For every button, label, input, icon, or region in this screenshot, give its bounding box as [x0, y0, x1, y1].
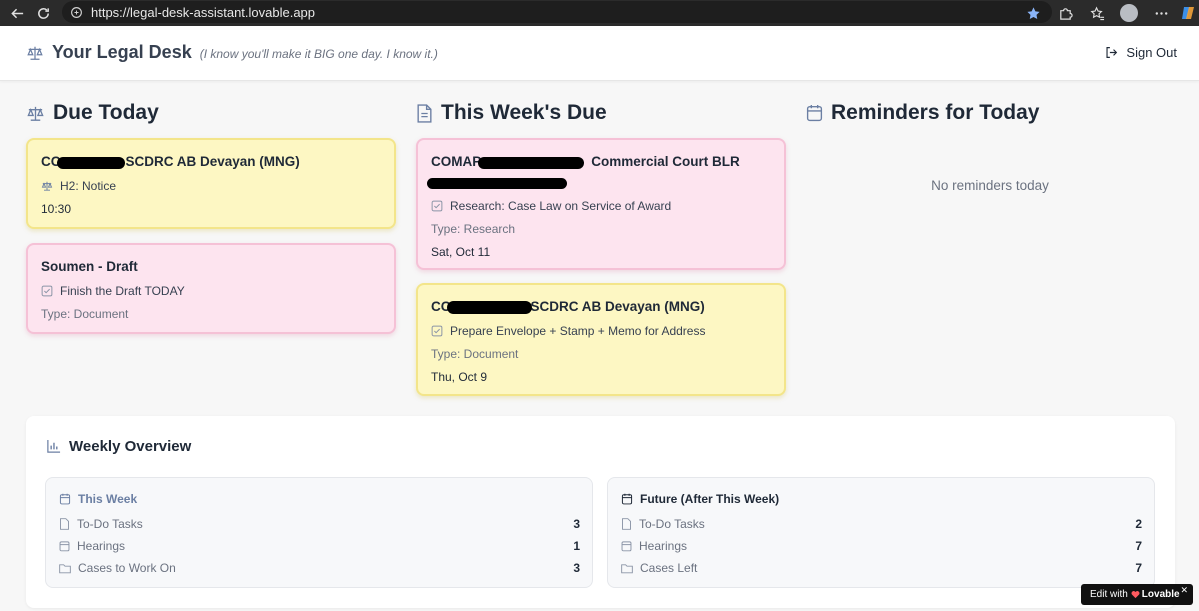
reminders-empty-state: No reminders today — [931, 178, 1049, 193]
card-detail: Prepare Envelope + Stamp + Memo for Addr… — [431, 324, 771, 338]
card-detail: Finish the Draft TODAY — [41, 284, 381, 298]
card-type: Type: Research — [431, 222, 516, 236]
app-tagline: (I know you'll make it BIG one day. I kn… — [199, 46, 438, 61]
folder-icon — [59, 563, 71, 573]
scale-icon — [27, 106, 44, 121]
document-icon — [60, 518, 69, 530]
copilot-icon — [1182, 7, 1194, 19]
more-menu-button[interactable] — [1145, 0, 1177, 26]
app-header: Your Legal Desk (I know you'll make it B… — [0, 26, 1199, 81]
weekly-overview: Weekly Overview This Week To-Do Tasks 3 … — [26, 416, 1175, 608]
checkbox-icon — [431, 325, 443, 337]
folder-icon — [621, 563, 633, 573]
reload-icon — [37, 7, 49, 19]
redaction-mark — [447, 301, 532, 314]
due-today-card-2[interactable]: Soumen - Draft Finish the Draft TODAY Ty… — [26, 243, 396, 334]
favorites-icon — [1089, 6, 1104, 20]
reload-button[interactable] — [30, 0, 56, 26]
address-bar[interactable]: https://legal-desk-assistant.lovable.app — [62, 1, 1052, 23]
this-week-card-2[interactable]: CC SCDRC AB Devayan (MNG) Prepare Envelop… — [416, 283, 786, 396]
card-title: Soumen - Draft — [41, 259, 138, 274]
edit-with-lovable-badge[interactable]: Edit with Lovable ✕ — [1081, 584, 1193, 605]
logout-icon — [1106, 47, 1118, 58]
document-icon — [417, 103, 432, 123]
card-date: Sat, Oct 11 — [431, 245, 491, 259]
browser-toolbar: https://legal-desk-assistant.lovable.app — [0, 0, 1199, 26]
future-summary: Future (After This Week) To-Do Tasks 2 H… — [607, 477, 1155, 588]
reminders-title: Reminders for Today — [831, 101, 1040, 124]
calendar-icon — [59, 493, 71, 505]
calendar-icon — [621, 493, 633, 505]
card-detail: H2: Notice — [41, 179, 381, 193]
checkbox-icon — [431, 200, 443, 212]
arrow-left-icon — [10, 8, 23, 18]
reminders-heading: Reminders for Today — [806, 101, 1039, 125]
due-today-title: Due Today — [53, 101, 159, 124]
card-time: 10:30 — [41, 202, 72, 216]
more-dots-icon — [1155, 11, 1167, 15]
summary-row-todo: To-Do Tasks 2 — [621, 517, 1142, 531]
redaction-mark — [478, 157, 584, 169]
site-info-icon[interactable] — [70, 6, 83, 19]
avatar — [1120, 4, 1138, 22]
card-type: Type: Document — [431, 347, 519, 361]
document-icon — [622, 518, 631, 530]
puzzle-icon — [1059, 7, 1073, 20]
card-date: Thu, Oct 9 — [431, 370, 488, 384]
scale-icon — [41, 181, 53, 191]
future-summary-title: Future (After This Week) — [621, 492, 779, 506]
sign-out-label: Sign Out — [1126, 45, 1177, 60]
star-icon — [1026, 6, 1040, 19]
redaction-mark — [427, 178, 567, 189]
checkbox-icon — [41, 285, 53, 297]
heart-icon — [1131, 591, 1140, 599]
bar-chart-icon — [47, 439, 61, 453]
url-text: https://legal-desk-assistant.lovable.app — [91, 4, 316, 20]
calendar-icon — [59, 541, 70, 552]
summary-row-hearings: Hearings 1 — [59, 539, 580, 553]
due-today-heading: Due Today — [26, 101, 159, 125]
close-icon[interactable]: ✕ — [1180, 585, 1188, 596]
summary-row-cases-left: Cases Left 7 — [621, 561, 1142, 575]
back-button[interactable] — [4, 0, 30, 26]
due-today-card-1[interactable]: CC SCDRC AB Devayan (MNG) H2: Notice 10:3… — [26, 138, 396, 229]
summary-row-todo: To-Do Tasks 3 — [59, 517, 580, 531]
card-type: Type: Document — [41, 307, 129, 321]
this-week-summary: This Week To-Do Tasks 3 Hearings 1 Cases… — [45, 477, 593, 588]
app-title: Your Legal Desk — [52, 42, 192, 62]
summary-row-hearings: Hearings 7 — [621, 539, 1142, 553]
extensions-button[interactable] — [1049, 0, 1081, 26]
sign-out-button[interactable]: Sign Out — [1105, 45, 1177, 60]
this-week-heading: This Week's Due — [416, 101, 607, 125]
weekly-overview-heading: Weekly Overview — [46, 438, 191, 455]
bookmark-star-button[interactable] — [1017, 0, 1049, 26]
favorites-button[interactable] — [1081, 0, 1113, 26]
this-week-card-1[interactable]: COMAP Commercial Court BLR Research: Case… — [416, 138, 786, 270]
calendar-icon — [806, 105, 823, 122]
copilot-button[interactable] — [1177, 0, 1199, 26]
summary-row-cases: Cases to Work On 3 — [59, 561, 580, 575]
calendar-icon — [621, 541, 632, 552]
this-week-summary-title: This Week — [59, 492, 137, 506]
redaction-mark — [57, 157, 125, 169]
card-detail: Research: Case Law on Service of Award — [431, 199, 771, 213]
scale-icon — [27, 46, 43, 60]
profile-button[interactable] — [1113, 0, 1145, 26]
this-week-title: This Week's Due — [441, 101, 607, 124]
